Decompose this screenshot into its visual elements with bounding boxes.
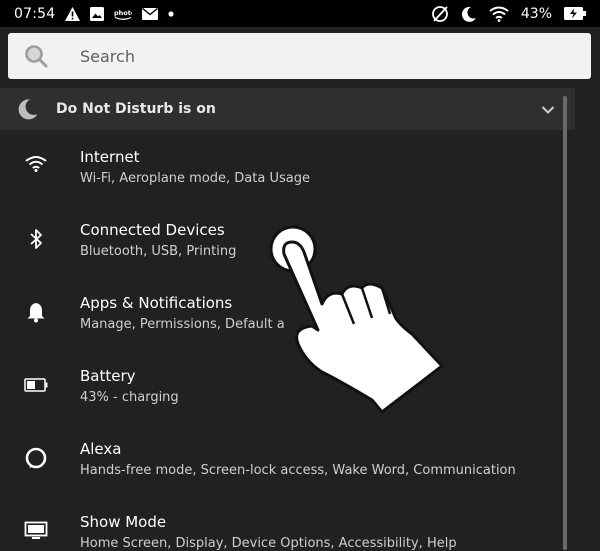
setting-subtitle: Hands-free mode, Screen-lock access, Wak… [80, 463, 516, 478]
chevron-down-icon[interactable] [541, 100, 555, 119]
setting-title: Show Mode [80, 513, 167, 531]
setting-title: Connected Devices [80, 221, 225, 239]
dot-icon [168, 10, 174, 17]
clock: 07:54 [14, 5, 56, 22]
warning-icon [65, 6, 81, 21]
bluetooth-icon [20, 223, 52, 255]
search-icon [8, 43, 64, 69]
image-icon [90, 6, 105, 21]
mail-icon [142, 7, 159, 20]
setting-title: Internet [80, 148, 140, 166]
photos-icon-text: photos [114, 9, 132, 17]
setting-subtitle: 43% - charging [80, 390, 179, 405]
setting-subtitle: Manage, Permissions, Default a [80, 317, 285, 332]
wifi-icon [489, 6, 509, 22]
search-input[interactable]: Search [8, 33, 591, 79]
setting-subtitle: Wi-Fi, Aeroplane mode, Data Usage [80, 171, 310, 186]
do-not-disturb-banner[interactable]: Do Not Disturb is on [0, 88, 575, 130]
setting-title: Battery [80, 367, 136, 385]
battery-percent: 43% [520, 5, 552, 22]
bell-icon [20, 296, 52, 328]
moon-icon [461, 6, 477, 22]
status-bar: 07:54 photos 43% [0, 0, 600, 27]
battery-icon [20, 369, 52, 401]
setting-subtitle: Home Screen, Display, Device Options, Ac… [80, 536, 457, 551]
setting-title: Alexa [80, 440, 122, 458]
no-sim-icon [431, 5, 449, 23]
setting-title: Apps & Notifications [80, 294, 233, 312]
search-placeholder: Search [80, 46, 135, 66]
moon-icon [0, 98, 56, 120]
dnd-label: Do Not Disturb is on [56, 101, 216, 117]
setting-subtitle: Bluetooth, USB, Printing [80, 244, 237, 259]
photos-icon: photos [114, 7, 132, 21]
wifi-icon [20, 148, 52, 180]
monitor-icon [20, 515, 52, 547]
alexa-icon [20, 442, 52, 474]
search-area: Search [0, 27, 600, 88]
battery-charging-icon [564, 7, 586, 20]
hand-pointer-icon [262, 222, 462, 422]
settings-item-internet[interactable]: Internet Wi-Fi, Aeroplane mode, Data Usa… [0, 130, 565, 203]
scrollbar[interactable] [563, 96, 567, 550]
